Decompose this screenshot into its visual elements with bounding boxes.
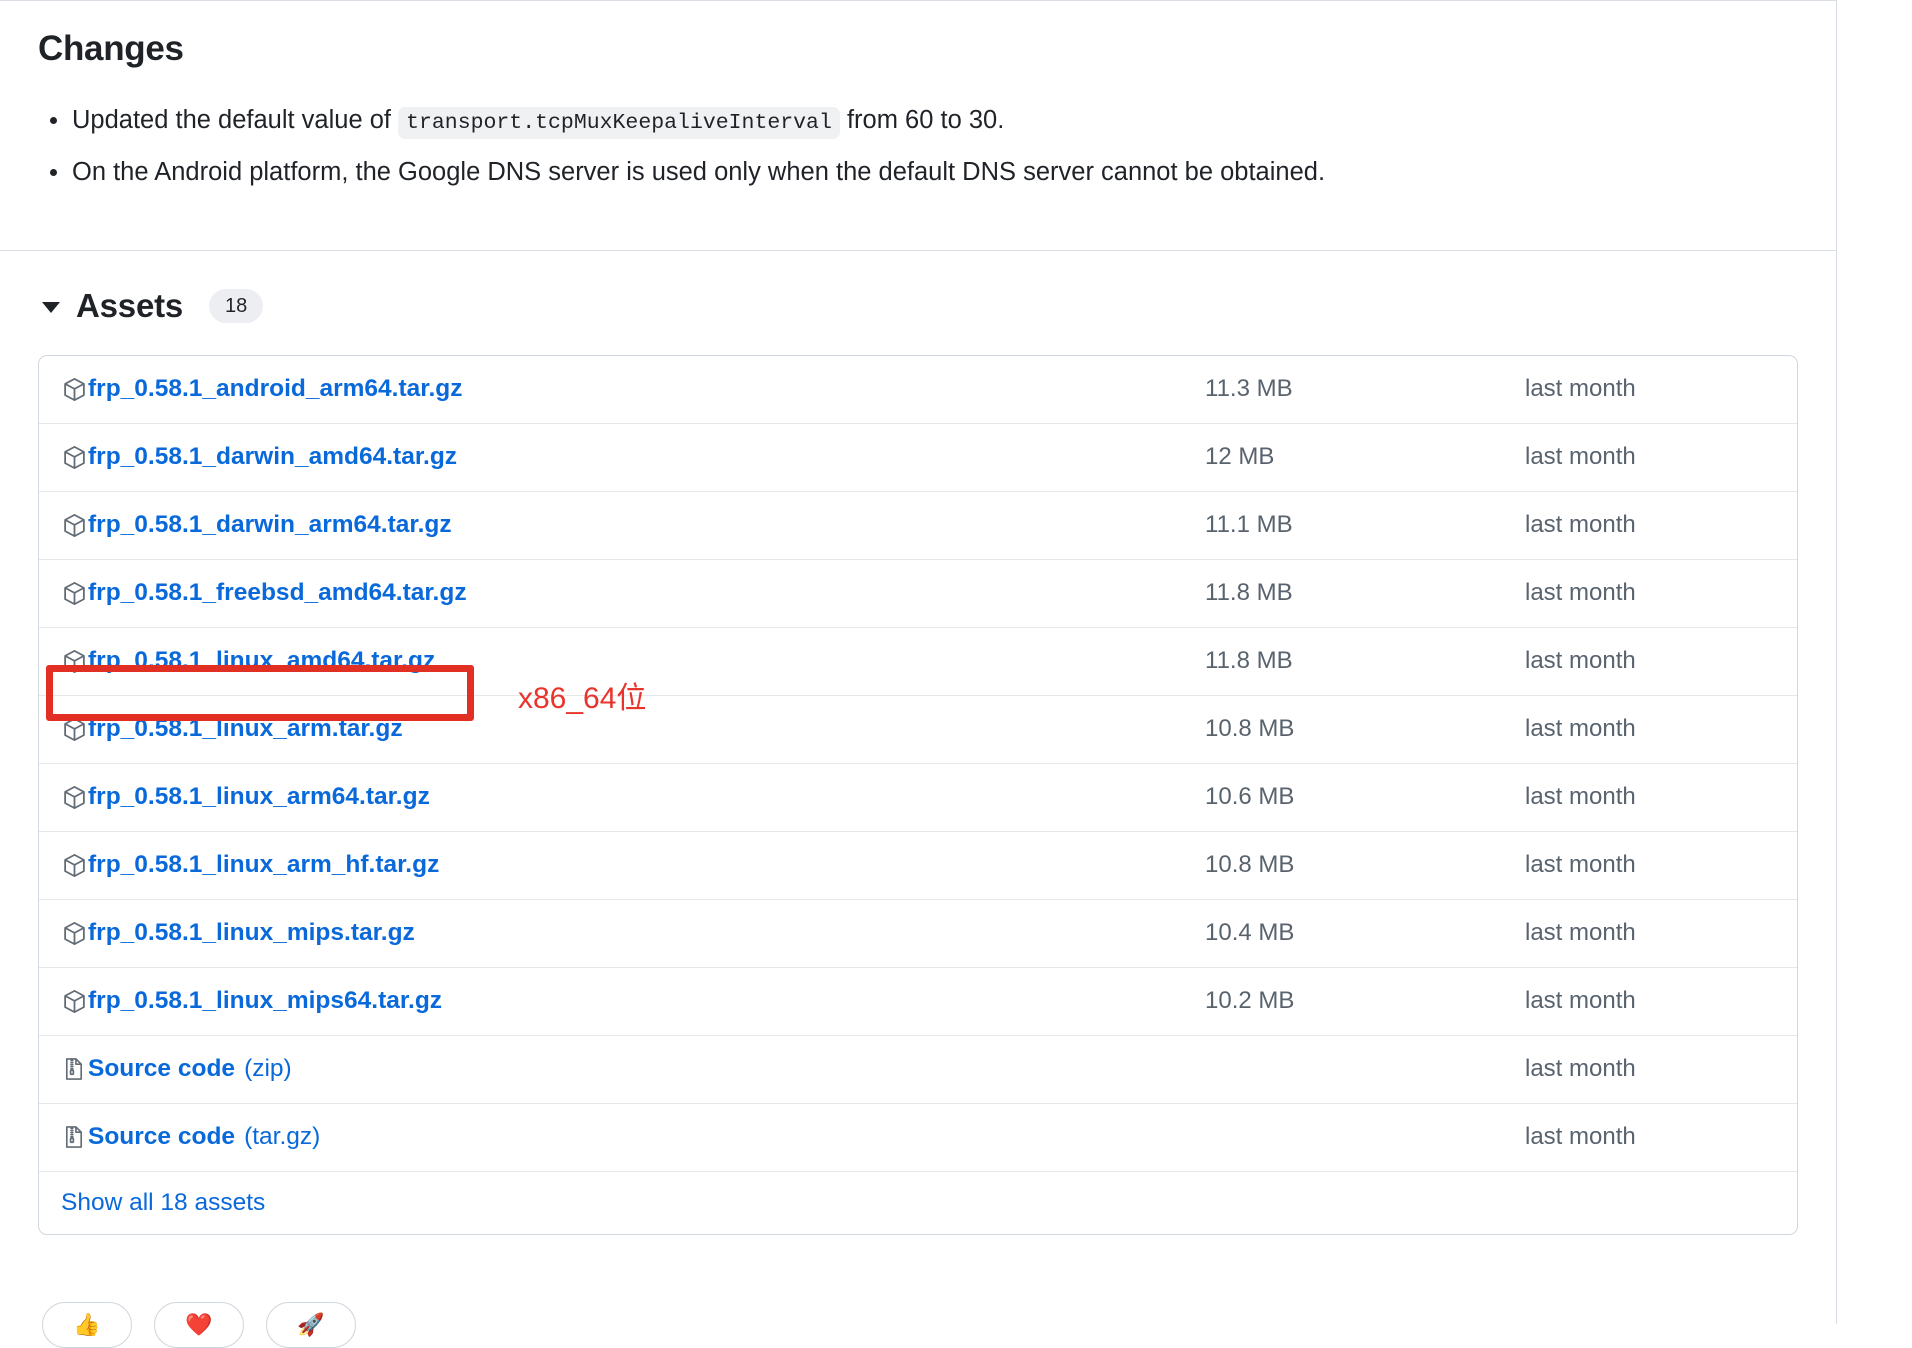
asset-size: 10.8 MB xyxy=(1205,851,1295,879)
asset-name-cell: frp_0.58.1_linux_amd64.tar.gz xyxy=(61,647,1167,675)
assets-header[interactable]: Assets 18 xyxy=(38,287,1798,325)
annotation-label: x86_64位 xyxy=(518,681,647,715)
thumbs-up-reaction[interactable]: 👍 xyxy=(42,1302,132,1348)
table-row[interactable]: frp_0.58.1_linux_arm64.tar.gz 10.6 MB last… xyxy=(39,764,1797,832)
asset-name-cell: frp_0.58.1_android_arm64.tar.gz xyxy=(61,375,1167,403)
asset-size: 11.1 MB xyxy=(1205,511,1293,539)
package-icon xyxy=(61,988,87,1014)
table-row[interactable]: Source code (zip) last month xyxy=(39,1036,1797,1104)
asset-name-cell: frp_0.58.1_linux_mips64.tar.gz xyxy=(61,987,1167,1015)
rocket-reaction[interactable]: 🚀 xyxy=(266,1302,356,1348)
thumbs-up-icon: 👍 xyxy=(73,1312,101,1337)
heart-reaction[interactable]: ❤️ xyxy=(154,1302,244,1348)
asset-format-label: (tar.gz) xyxy=(244,1123,321,1151)
config-key-code: transport.tcpMuxKeepaliveInterval xyxy=(398,106,840,139)
asset-date: last month xyxy=(1525,443,1636,471)
asset-name-cell: frp_0.58.1_linux_arm_hf.tar.gz xyxy=(61,851,1167,879)
package-icon xyxy=(61,920,87,946)
show-all-assets-row[interactable]: Show all 18 assets xyxy=(39,1172,1797,1234)
table-row[interactable]: frp_0.58.1_darwin_arm64.tar.gz 11.1 MB las… xyxy=(39,492,1797,560)
asset-size: 11.3 MB xyxy=(1205,375,1293,403)
table-row[interactable]: frp_0.58.1_darwin_amd64.tar.gz 12 MB last … xyxy=(39,424,1797,492)
changes-bullet-1-suffix: from 60 to 30. xyxy=(846,105,1005,134)
asset-size: 10.2 MB xyxy=(1205,987,1295,1015)
asset-date: last month xyxy=(1525,511,1636,539)
asset-date: last month xyxy=(1525,1055,1636,1083)
asset-date: last month xyxy=(1525,715,1636,743)
asset-download-link[interactable]: frp_0.58.1_linux_amd64.tar.gz xyxy=(88,647,435,675)
package-icon xyxy=(61,580,87,606)
asset-download-link[interactable]: frp_0.58.1_linux_arm64.tar.gz xyxy=(88,783,430,811)
table-row[interactable]: frp_0.58.1_android_arm64.tar.gz 11.3 MB la… xyxy=(39,356,1797,424)
asset-download-link[interactable]: frp_0.58.1_android_arm64.tar.gz xyxy=(88,375,462,403)
table-row[interactable]: frp_0.58.1_freebsd_amd64.tar.gz 11.8 MB la… xyxy=(39,560,1797,628)
package-icon xyxy=(61,648,87,674)
asset-date: last month xyxy=(1525,579,1636,607)
changes-bullet-2: On the Android platform, the Google DNS … xyxy=(50,153,1798,193)
package-icon xyxy=(61,444,87,470)
asset-download-link[interactable]: frp_0.58.1_linux_arm_hf.tar.gz xyxy=(88,851,439,879)
asset-size: 10.6 MB xyxy=(1205,783,1295,811)
package-icon xyxy=(61,716,87,742)
table-row[interactable]: frp_0.58.1_linux_arm_hf.tar.gz 10.8 MB las… xyxy=(39,832,1797,900)
asset-date: last month xyxy=(1525,375,1636,403)
rocket-icon: 🚀 xyxy=(297,1312,325,1337)
asset-download-link[interactable]: frp_0.58.1_freebsd_amd64.tar.gz xyxy=(88,579,467,607)
chevron-down-icon[interactable] xyxy=(42,301,60,313)
table-row[interactable]: frp_0.58.1_linux_mips64.tar.gz 10.2 MB las… xyxy=(39,968,1797,1036)
asset-download-link[interactable]: frp_0.58.1_darwin_arm64.tar.gz xyxy=(88,511,452,539)
asset-download-link[interactable]: Source code xyxy=(88,1123,235,1151)
asset-date: last month xyxy=(1525,987,1636,1015)
assets-section: Assets 18 frp_0.58.1_android_arm64.tar.g… xyxy=(0,251,1836,1235)
changes-list: Updated the default value of transport.t… xyxy=(38,101,1798,193)
changes-bullet-1: Updated the default value of transport.t… xyxy=(50,101,1798,141)
asset-size: 10.8 MB xyxy=(1205,715,1295,743)
assets-heading: Assets xyxy=(76,286,184,324)
package-icon xyxy=(61,512,87,538)
asset-download-link[interactable]: frp_0.58.1_linux_mips64.tar.gz xyxy=(88,987,442,1015)
changes-bullet-2-text: On the Android platform, the Google DNS … xyxy=(72,158,1326,187)
changes-bullet-1-prefix: Updated the default value of xyxy=(72,105,391,134)
asset-download-link[interactable]: frp_0.58.1_linux_mips.tar.gz xyxy=(88,919,415,947)
asset-name-cell: frp_0.58.1_freebsd_amd64.tar.gz xyxy=(61,579,1167,607)
reactions-bar: 👍 ❤️ 🚀 xyxy=(42,1302,356,1348)
asset-size: 10.4 MB xyxy=(1205,919,1295,947)
asset-date: last month xyxy=(1525,647,1636,675)
package-icon xyxy=(61,784,87,810)
changes-heading: Changes xyxy=(38,29,184,68)
asset-name-cell: Source code (zip) xyxy=(61,1055,1167,1083)
asset-name-cell: Source code (tar.gz) xyxy=(61,1123,1167,1151)
asset-size: 11.8 MB xyxy=(1205,647,1293,675)
asset-download-link[interactable]: frp_0.58.1_darwin_amd64.tar.gz xyxy=(88,443,457,471)
asset-download-link[interactable]: Source code xyxy=(88,1055,235,1083)
asset-name-cell: frp_0.58.1_linux_arm64.tar.gz xyxy=(61,783,1167,811)
package-icon xyxy=(61,852,87,878)
release-page-container: Changes Updated the default value of tra… xyxy=(0,0,1837,1348)
asset-size: 11.8 MB xyxy=(1205,579,1293,607)
asset-name-cell: frp_0.58.1_darwin_amd64.tar.gz xyxy=(61,443,1167,471)
asset-date: last month xyxy=(1525,919,1636,947)
heart-icon: ❤️ xyxy=(185,1312,213,1337)
table-row[interactable]: frp_0.58.1_linux_mips.tar.gz 10.4 MB last … xyxy=(39,900,1797,968)
package-icon xyxy=(61,376,87,402)
table-row[interactable]: Source code (tar.gz) last month xyxy=(39,1104,1797,1172)
asset-format-label: (zip) xyxy=(244,1055,292,1083)
changes-section: Changes Updated the default value of tra… xyxy=(0,1,1836,251)
asset-size: 12 MB xyxy=(1205,443,1275,471)
asset-date: last month xyxy=(1525,851,1636,879)
asset-name-cell: frp_0.58.1_darwin_arm64.tar.gz xyxy=(61,511,1167,539)
asset-name-cell: frp_0.58.1_linux_arm.tar.gz xyxy=(61,715,1167,743)
asset-download-link[interactable]: frp_0.58.1_linux_arm.tar.gz xyxy=(88,715,403,743)
table-row[interactable]: frp_0.58.1_linux_arm.tar.gz 10.8 MB last m… xyxy=(39,696,1797,764)
assets-table: frp_0.58.1_android_arm64.tar.gz 11.3 MB la… xyxy=(38,354,1798,1235)
asset-name-cell: frp_0.58.1_linux_mips.tar.gz xyxy=(61,919,1167,947)
show-all-assets-link[interactable]: Show all 18 assets xyxy=(61,1189,265,1217)
file-zip-icon xyxy=(61,1124,87,1150)
assets-count-badge: 18 xyxy=(209,288,264,323)
file-zip-icon xyxy=(61,1056,87,1082)
table-row[interactable]: frp_0.58.1_linux_amd64.tar.gz 11.8 MB last… xyxy=(39,628,1797,696)
asset-date: last month xyxy=(1525,1123,1636,1151)
asset-date: last month xyxy=(1525,783,1636,811)
